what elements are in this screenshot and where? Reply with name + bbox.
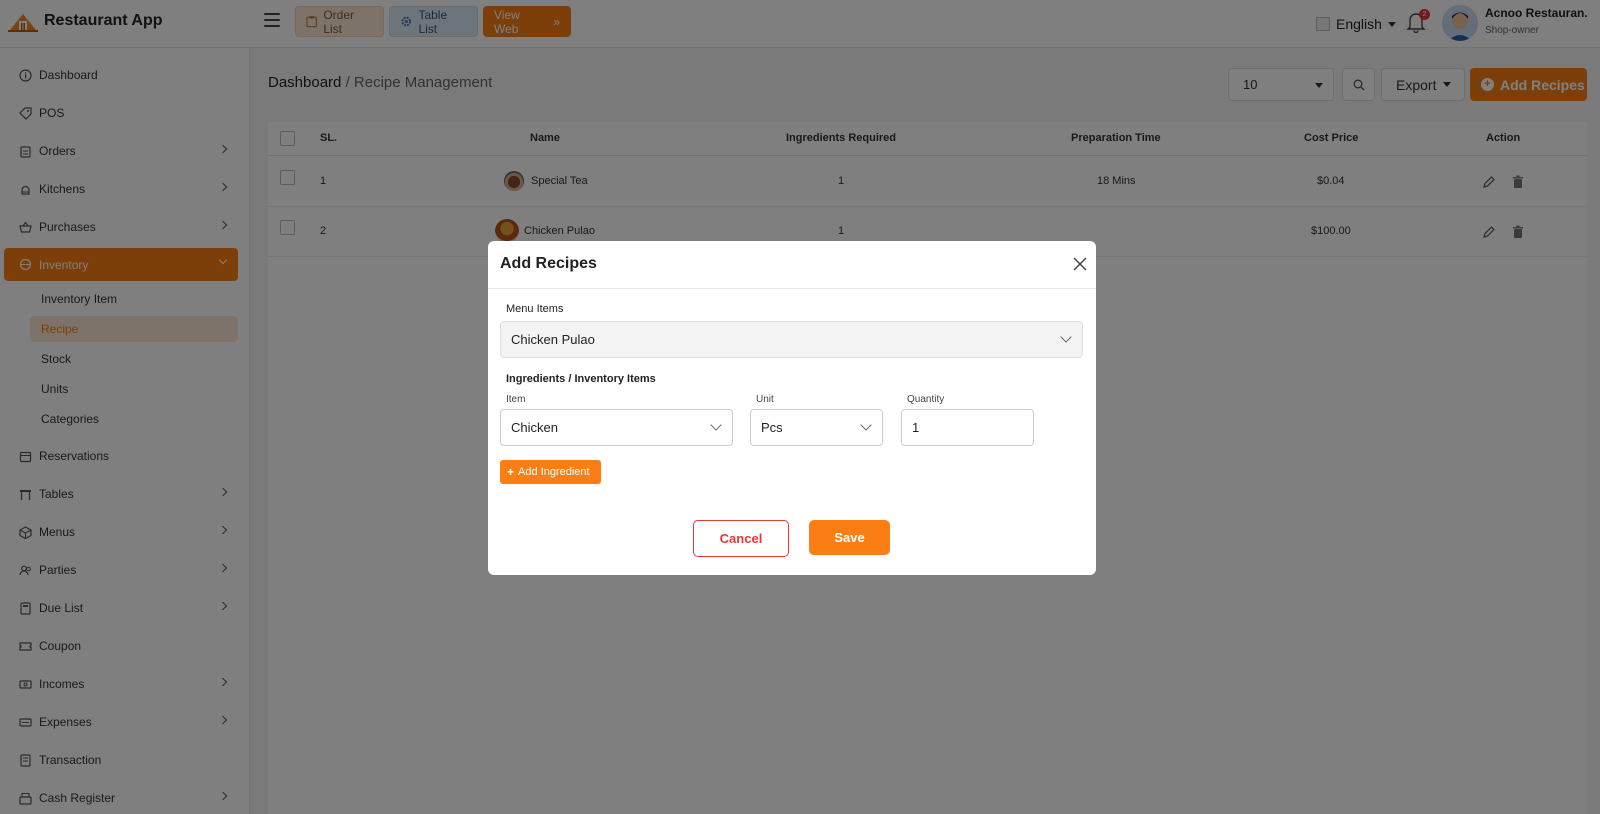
modal-divider — [488, 288, 1096, 289]
chevron-down-icon — [1060, 331, 1072, 343]
ingredient-item-value: Chicken — [511, 420, 558, 435]
quantity-label: Quantity — [907, 394, 945, 405]
add-ingredient-label: Add Ingredient — [518, 466, 590, 478]
save-label: Save — [834, 530, 865, 545]
item-label: Item — [506, 394, 526, 405]
chevron-down-icon — [860, 419, 872, 431]
menu-item-select[interactable]: Chicken Pulao — [500, 321, 1083, 358]
unit-select[interactable]: Pcs — [750, 409, 883, 446]
save-button[interactable]: Save — [809, 520, 890, 555]
unit-value: Pcs — [761, 420, 783, 435]
add-ingredient-button[interactable]: + Add Ingredient — [500, 460, 601, 484]
ingredient-item-select[interactable]: Chicken — [500, 409, 733, 446]
quantity-input[interactable] — [901, 409, 1034, 446]
chevron-down-icon — [710, 419, 722, 431]
ingredients-heading: Ingredients / Inventory Items — [506, 373, 656, 385]
unit-label: Unit — [756, 394, 774, 405]
close-icon[interactable] — [1072, 256, 1088, 272]
plus-icon: + — [507, 465, 515, 479]
modal-title: Add Recipes — [500, 255, 597, 272]
cancel-label: Cancel — [719, 531, 763, 546]
menu-items-label: Menu Items — [506, 303, 564, 315]
cancel-button[interactable]: Cancel — [693, 520, 789, 557]
menu-item-value: Chicken Pulao — [511, 332, 595, 347]
add-recipes-modal: Add Recipes Menu Items Chicken Pulao Ing… — [488, 241, 1096, 575]
